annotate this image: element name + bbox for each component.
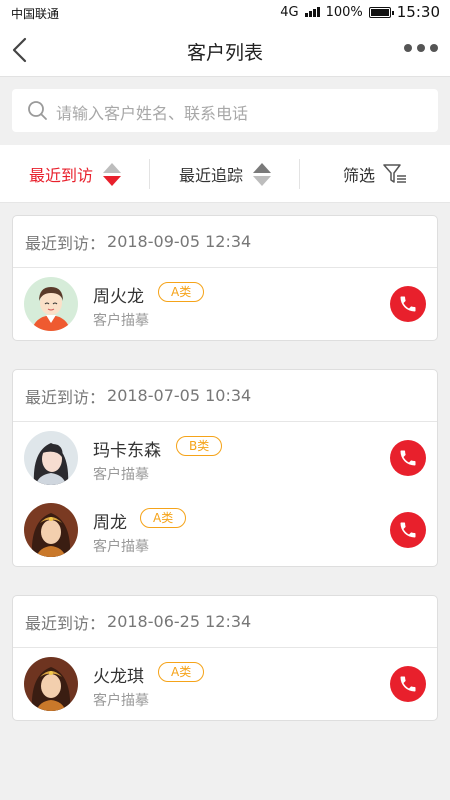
call-button[interactable] — [390, 286, 426, 322]
search-icon — [28, 101, 47, 120]
customer-group-card: 最近到访： 2018-07-05 10:34 玛卡东森 B类 客户描摹 周龙 A… — [12, 369, 438, 567]
avatar — [24, 277, 78, 331]
status-bar: 中国联通 4G 100% 15:30 — [0, 0, 450, 24]
avatar — [24, 503, 78, 557]
call-button[interactable] — [390, 512, 426, 548]
filter-recent-visit[interactable]: 最近到访 — [0, 145, 150, 203]
customer-name: 玛卡东森 — [93, 441, 161, 461]
carrier-name: 中国联通 — [11, 7, 60, 21]
customer-group-card: 最近到访： 2018-06-25 12:34 火龙琪 A类 客户描摹 — [12, 595, 438, 721]
phone-icon — [400, 522, 416, 538]
customer-row[interactable]: 周龙 A类 客户描摹 — [13, 494, 437, 566]
call-button[interactable] — [390, 666, 426, 702]
search-input[interactable]: 请输入客户姓名、联系电话 — [12, 89, 438, 132]
visit-header: 最近到访： 2018-07-05 10:34 — [13, 370, 437, 422]
filter-recent-track[interactable]: 最近追踪 — [150, 145, 300, 203]
customer-name: 周火龙 — [93, 287, 144, 307]
battery-icon — [368, 6, 394, 18]
call-button[interactable] — [390, 440, 426, 476]
phone-icon — [400, 676, 416, 692]
customer-description: 客户描摹 — [93, 539, 149, 555]
customer-group-card: 最近到访： 2018-09-05 12:34 周火龙 A类 客户描摹 — [12, 215, 438, 341]
filter-button[interactable]: 筛选 — [300, 145, 450, 203]
search-placeholder: 请输入客户姓名、联系电话 — [56, 104, 249, 123]
visit-header: 最近到访： 2018-06-25 12:34 — [13, 596, 437, 648]
avatar — [24, 431, 78, 485]
customer-row[interactable]: 火龙琪 A类 客户描摹 — [13, 648, 437, 720]
visit-time: 2018-06-25 12:34 — [107, 612, 252, 631]
avatar — [24, 657, 78, 711]
visit-header: 最近到访： 2018-09-05 12:34 — [13, 216, 437, 268]
category-badge: A类 — [140, 508, 187, 528]
sort-icon — [103, 162, 121, 186]
clock: 15:30 — [396, 3, 440, 21]
status-right: 4G 100% 15:30 — [280, 3, 440, 21]
filter-label: 筛选 — [342, 166, 375, 185]
category-badge: A类 — [158, 662, 205, 682]
customer-description: 客户描摹 — [93, 313, 149, 329]
customer-row[interactable]: 周火龙 A类 客户描摹 — [13, 268, 437, 340]
search-area: 请输入客户姓名、联系电话 — [0, 78, 450, 144]
category-badge: B类 — [176, 436, 223, 456]
visit-time: 2018-07-05 10:34 — [107, 386, 252, 405]
customer-description: 客户描摹 — [93, 467, 149, 483]
visit-time: 2018-09-05 12:34 — [107, 232, 252, 251]
page-title: 客户列表 — [186, 42, 263, 64]
customer-name: 火龙琪 — [93, 667, 144, 687]
phone-icon — [400, 296, 416, 312]
more-dots-icon[interactable] — [404, 44, 438, 52]
sort-icon — [253, 162, 271, 186]
customer-row[interactable]: 玛卡东森 B类 客户描摹 — [13, 422, 437, 494]
filter-label: 最近到访 — [28, 166, 93, 185]
customer-description: 客户描摹 — [93, 693, 149, 709]
filter-icon — [383, 164, 406, 183]
filter-bar: 最近到访 最近追踪 筛选 — [0, 145, 450, 203]
category-badge: A类 — [158, 282, 205, 302]
battery-percent: 100% — [325, 4, 363, 20]
visit-label: 最近到访： — [25, 387, 106, 407]
phone-icon — [400, 450, 416, 466]
network-type: 4G — [280, 4, 299, 20]
visit-label: 最近到访： — [25, 613, 106, 633]
customer-name: 周龙 — [93, 513, 127, 533]
visit-label: 最近到访： — [25, 233, 106, 253]
nav-bar: 客户列表 — [0, 24, 450, 77]
filter-label: 最近追踪 — [178, 166, 243, 185]
signal-icon — [304, 7, 320, 17]
